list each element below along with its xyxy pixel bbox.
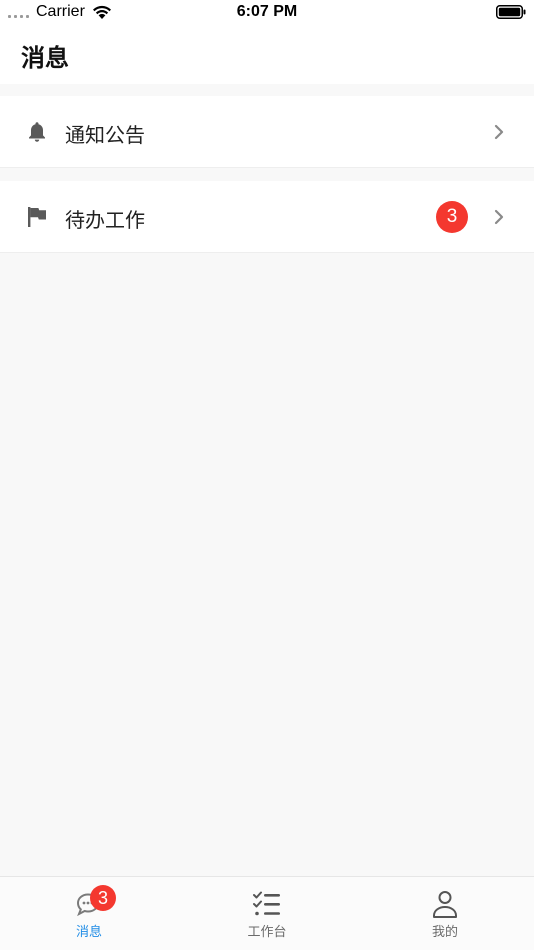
chevron-right-icon <box>494 209 504 225</box>
tab-badge: 3 <box>90 885 116 911</box>
page-title: 消息 <box>21 44 69 72</box>
checklist-icon <box>253 891 280 916</box>
battery-icon <box>496 5 526 19</box>
chevron-right-icon <box>494 124 504 140</box>
tab-label: 工作台 <box>247 925 287 940</box>
unread-count-badge: 3 <box>436 201 468 233</box>
status-time: 6:07 PM <box>236 3 298 20</box>
status-bar: Carrier 6:07 PM <box>0 0 534 26</box>
nav-header: 消息 <box>0 26 534 84</box>
bottom-tab-bar: 3 消息 工作台 我的 <box>0 876 534 950</box>
tab-workbench[interactable]: 工作台 <box>178 877 356 950</box>
tab-messages[interactable]: 3 消息 <box>0 877 178 950</box>
list-item-label: 待办工作 <box>65 208 145 232</box>
list-item-announcements[interactable]: 通知公告 <box>0 96 534 168</box>
flag-icon <box>28 207 46 227</box>
bell-icon <box>29 122 45 142</box>
list-item-todo-work[interactable]: 待办工作 3 <box>0 181 534 253</box>
tab-label: 消息 <box>75 925 102 940</box>
tab-profile[interactable]: 我的 <box>356 877 534 950</box>
person-icon <box>433 891 457 918</box>
tab-label: 我的 <box>431 925 458 940</box>
app-screen: Carrier 6:07 PM 消息 通知公告 待办工作 3 3 消息 工作台 … <box>0 0 534 950</box>
list-item-label: 通知公告 <box>65 123 145 147</box>
